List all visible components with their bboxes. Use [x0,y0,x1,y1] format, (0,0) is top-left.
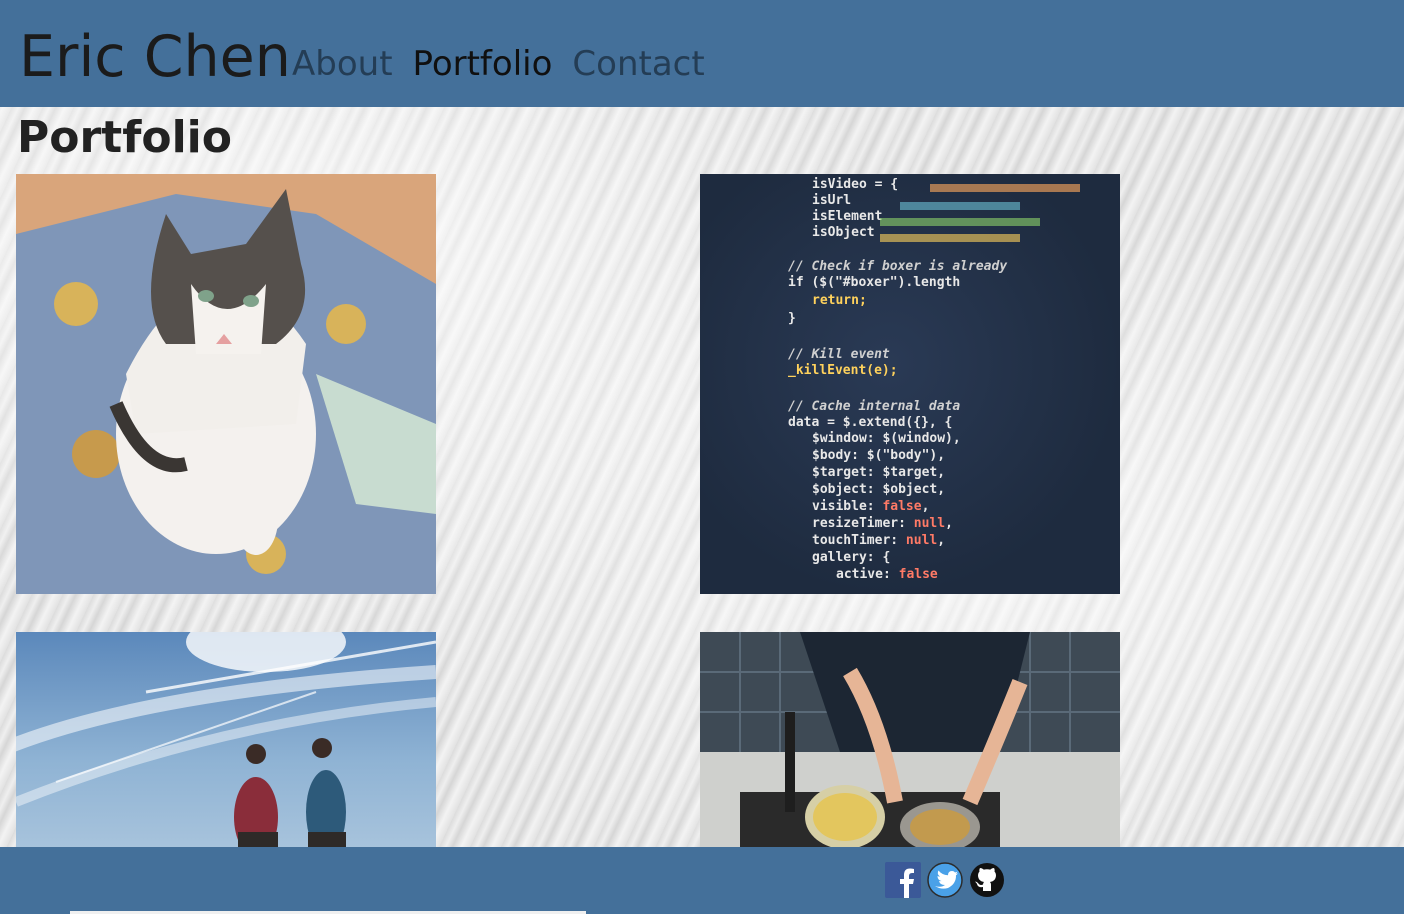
nav-contact[interactable]: Contact [572,42,704,86]
svg-text:$target: $target,: $target: $target, [812,465,945,480]
svg-text:gallery: {: gallery: { [812,550,890,565]
nav-portfolio[interactable]: Portfolio [413,42,553,86]
svg-text:isObject: isObject [812,225,875,240]
facebook-icon[interactable] [885,862,921,898]
site-header: Eric Chen About Portfolio Contact [0,0,1404,107]
svg-text:if ($("#boxer").length: if ($("#boxer").length [788,275,960,290]
svg-text:return;: return; [812,293,867,308]
svg-text:visible: false,: visible: false, [812,499,929,514]
svg-text:isElement: isElement [812,209,882,224]
github-icon[interactable] [969,862,1005,898]
svg-text:$object: $object,: $object: $object, [812,482,945,497]
svg-text:// Cache internal data: // Cache internal data [788,399,960,414]
main-nav: About Portfolio Contact [292,42,705,86]
page-title: Portfolio [17,112,232,163]
svg-text:$body: $("body"),: $body: $("body"), [812,448,945,463]
project-hikers-image[interactable] [16,632,436,847]
project-chef-image[interactable] [700,632,1120,847]
project-cat-image[interactable] [16,174,436,594]
svg-text:// Kill event: // Kill event [788,347,890,362]
svg-text:resizeTimer: null,: resizeTimer: null, [812,516,953,531]
svg-text:$window: $(window),: $window: $(window), [812,431,961,446]
svg-text:// Check if boxer is already: // Check if boxer is already [788,259,1007,274]
svg-text:isVideo = {: isVideo = { [812,177,898,192]
svg-text:}: } [788,311,796,326]
svg-text:_killEvent(e);: _killEvent(e); [788,363,898,378]
twitter-icon[interactable] [927,862,963,898]
svg-text:data = $.extend({}, {: data = $.extend({}, { [788,415,952,430]
brand-name[interactable]: Eric Chen [19,22,291,92]
social-links [885,862,1005,898]
svg-text:active: false: active: false [836,567,938,582]
svg-text:isUrl: isUrl [812,193,851,208]
nav-about[interactable]: About [292,42,393,86]
svg-text:touchTimer: null,: touchTimer: null, [812,533,945,548]
site-footer [0,847,1404,914]
project-code-image[interactable]: isVideo = { isUrl isElement isObject // … [700,174,1120,594]
